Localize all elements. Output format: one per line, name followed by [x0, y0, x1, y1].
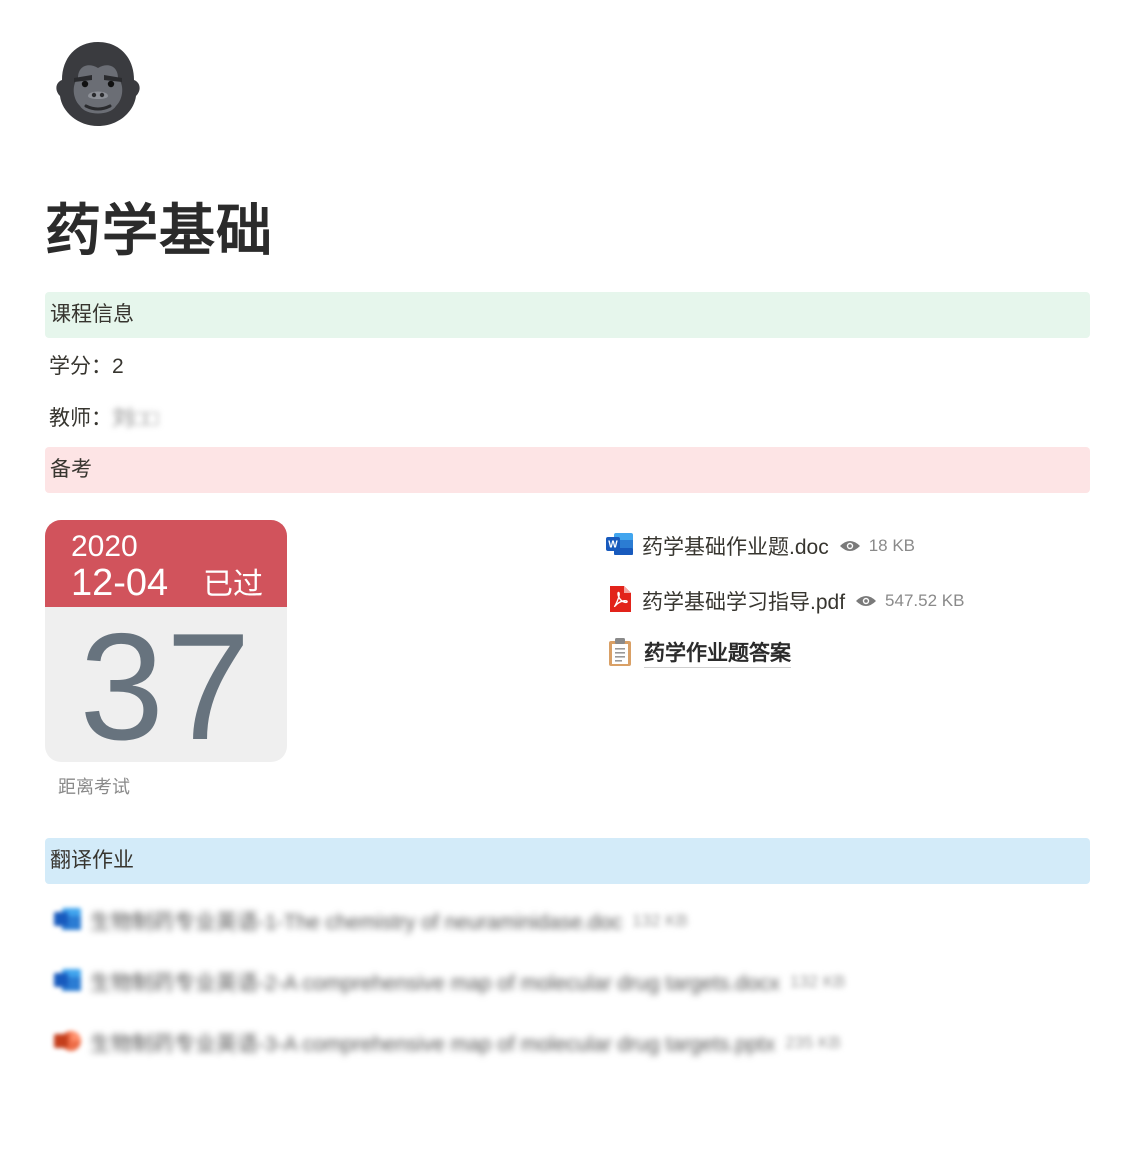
translation-file-name: 生物制药专业英语-3-A comprehensive map of molecu… — [90, 1033, 776, 1056]
file-size: 18 KB — [868, 536, 916, 555]
file-name: 药学基础作业题.doc — [642, 536, 829, 559]
file-attachment[interactable]: 药学基础学习指导.pdf 547.52 KB — [606, 585, 965, 618]
answer-page-link[interactable]: 药学作业题答案 — [606, 637, 791, 672]
course-info-heading: 课程信息 — [45, 292, 1090, 338]
teacher-label: 教师： — [49, 407, 112, 430]
teacher-property: 教师：刘□□ — [49, 404, 158, 434]
file-size: 547.52 KB — [885, 591, 965, 610]
eye-icon[interactable] — [839, 539, 861, 553]
translation-file[interactable]: 生物制药专业英语-1-The chemistry of neuraminidas… — [54, 906, 688, 936]
credit-label: 学分： — [49, 355, 112, 378]
clipboard-icon — [606, 637, 634, 672]
word-doc-icon — [54, 907, 82, 936]
translation-file-name: 生物制药专业英语-1-The chemistry of neuraminidas… — [90, 911, 623, 934]
translation-file-size: 235 KB — [785, 1033, 841, 1052]
svg-text:W: W — [608, 539, 618, 550]
calendar-days-count: 37 — [79, 602, 253, 762]
word-doc-icon — [54, 968, 82, 997]
translation-file-size: 132 KB — [632, 911, 688, 930]
file-attachment[interactable]: W 药学基础作业题.doc 18 KB — [606, 531, 915, 561]
exam-countdown-calendar: 2020 12-04 已过 37 — [45, 520, 287, 762]
calendar-date: 12-04 — [71, 562, 169, 604]
translation-heading: 翻译作业 — [45, 838, 1090, 884]
translation-file-size: 132 KB — [789, 972, 846, 991]
translation-file-name: 生物制药专业英语-2-A comprehensive map of molecu… — [90, 972, 780, 995]
calendar-status: 已过 — [203, 568, 263, 601]
credit-value: 2 — [112, 355, 124, 378]
page-title: 药学基础 — [45, 199, 273, 262]
exam-prep-heading: 备考 — [45, 447, 1090, 493]
translation-file[interactable]: 生物制药专业英语-3-A comprehensive map of molecu… — [54, 1028, 841, 1058]
file-name: 药学基础学习指导.pdf — [642, 591, 846, 614]
word-doc-icon: W — [606, 532, 634, 561]
credit-property: 学分：2 — [49, 352, 124, 382]
calendar-caption: 距离考试 — [58, 777, 130, 797]
eye-icon[interactable] — [855, 594, 877, 608]
powerpoint-icon — [54, 1029, 82, 1058]
calendar-header: 2020 12-04 已过 — [45, 520, 287, 607]
gorilla-emoji-icon[interactable] — [52, 38, 144, 130]
page-link-name: 药学作业题答案 — [644, 641, 791, 668]
translation-file[interactable]: 生物制药专业英语-2-A comprehensive map of molecu… — [54, 967, 846, 997]
calendar-year: 2020 — [71, 530, 138, 563]
teacher-value: 刘□□ — [112, 407, 159, 430]
pdf-icon — [606, 585, 634, 618]
